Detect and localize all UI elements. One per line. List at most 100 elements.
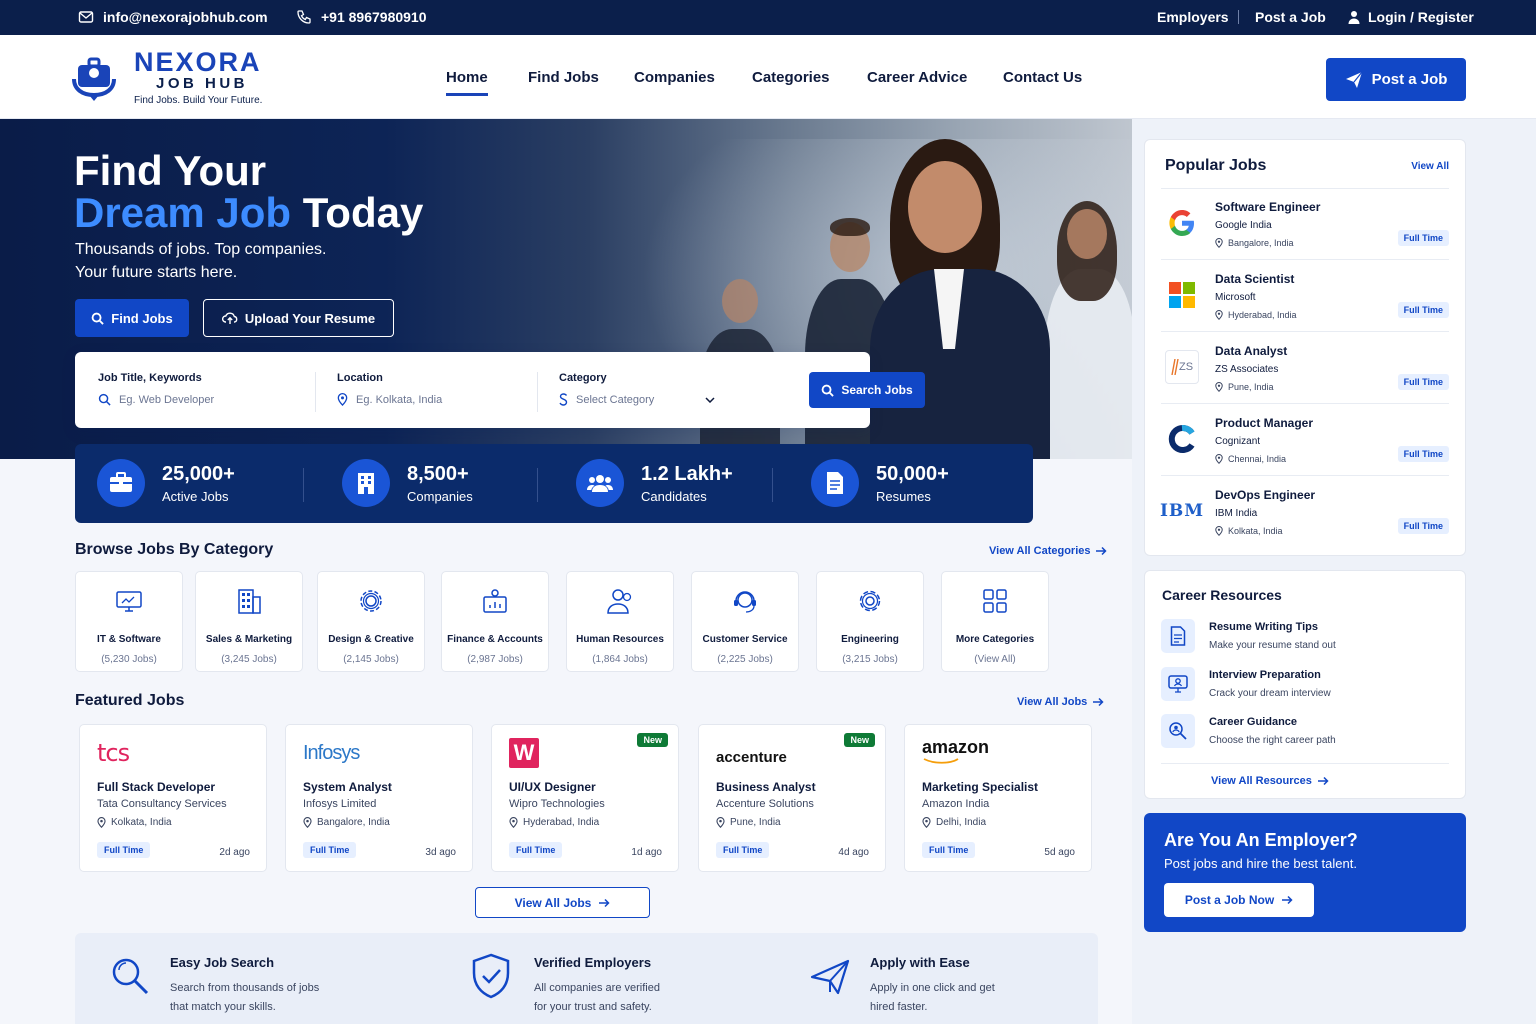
job-company: Wipro Technologies (509, 798, 605, 810)
job-type-badge: Full Time (1397, 446, 1449, 462)
hero-subtitle-line2: Your future starts here. (75, 264, 238, 281)
stats-strip: 25,000+ Active Jobs 8,500+ Companies 1.2 L… (75, 444, 1033, 523)
nav-categories[interactable]: Categories (752, 69, 830, 86)
category-count: (2,145 Jobs) (343, 654, 399, 665)
category-card-sales-marketing[interactable]: Sales & Marketing (3,245 Jobs) (195, 571, 303, 672)
popular-job-location: Hyderabad, India (1215, 310, 1297, 320)
view-all-jobs-link[interactable]: View All Jobs (1017, 696, 1104, 708)
job-posted-ago: 4d ago (838, 847, 869, 858)
post-job-button-label: Post a Job (1371, 71, 1448, 88)
hero-find-jobs-button[interactable]: Find Jobs (75, 299, 189, 337)
headset-icon (734, 591, 756, 613)
view-all-jobs-button[interactable]: View All Jobs (475, 887, 650, 918)
view-all-resources-label: View All Resources (1211, 775, 1312, 787)
category-card-engineering[interactable]: Engineering (3,215 Jobs) (816, 571, 924, 672)
popular-job-row[interactable]: Software Engineer Google India Bangalore… (1161, 190, 1449, 260)
logo-briefcase-icon[interactable] (72, 51, 116, 103)
featured-job-card-amazon[interactable]: amazon Marketing Specialist Amazon India… (904, 724, 1092, 872)
stat-active-jobs: 25,000+ Active Jobs (97, 459, 235, 507)
popular-job-location-text: Pune, India (1228, 382, 1274, 392)
job-title: Marketing Specialist (922, 780, 1039, 794)
stat-divider (537, 468, 538, 502)
job-type-badge: Full Time (1397, 230, 1449, 246)
job-title: System Analyst (303, 780, 392, 794)
category-field[interactable]: Category Select Category (559, 372, 719, 406)
category-select[interactable]: Select Category (576, 394, 654, 406)
map-pin-icon (716, 817, 725, 828)
nav-career-advice[interactable]: Career Advice (867, 69, 967, 86)
nav-contact-us[interactable]: Contact Us (1003, 69, 1082, 86)
login-label: Login / Register (1368, 9, 1474, 25)
featured-job-card-tcs[interactable]: tcs Full Stack Developer Tata Consultanc… (79, 724, 267, 872)
category-count: (2,987 Jobs) (467, 654, 523, 665)
top-bar: info@nexorajobhub.com +91 8967980910 Emp… (0, 0, 1536, 35)
popular-job-row[interactable]: IBM DevOps Engineer IBM India Kolkata, I… (1160, 478, 1449, 548)
job-type-badge: Full Time (922, 842, 976, 858)
feature-apply-with-ease: Apply with Ease Apply in one click and g… (870, 955, 995, 1017)
gear-icon (859, 590, 881, 612)
brand-name: NEXORA (134, 47, 262, 77)
category-name: Sales & Marketing (205, 634, 293, 645)
popular-job-row[interactable]: Product Manager Cognizant Chennai, India… (1161, 406, 1449, 476)
arrow-right-icon (1317, 776, 1329, 786)
keyword-field[interactable]: Job Title, Keywords Eg. Web Developer (98, 372, 298, 406)
keyword-label: Job Title, Keywords (98, 372, 202, 384)
location-input[interactable]: Eg. Kolkata, India (356, 394, 442, 406)
nav-companies[interactable]: Companies (634, 69, 715, 86)
category-name: More Categories (955, 634, 1035, 645)
view-all-categories-link[interactable]: View All Categories (989, 545, 1108, 557)
job-posted-ago: 1d ago (631, 847, 662, 858)
gear-icon (360, 590, 382, 612)
phone-text: +91 8967980910 (321, 9, 427, 25)
category-count: (5,230 Jobs) (101, 654, 157, 665)
view-all-resources-link[interactable]: View All Resources (1211, 775, 1329, 787)
job-posted-ago: 3d ago (425, 847, 456, 858)
nav-home[interactable]: Home (446, 69, 488, 96)
map-pin-icon (1215, 382, 1223, 392)
category-card-more-categories[interactable]: More Categories (View All) (941, 571, 1049, 672)
new-badge: New (637, 733, 668, 747)
job-company: Accenture Solutions (716, 798, 814, 810)
search-jobs-button[interactable]: Search Jobs (809, 372, 925, 408)
contact-phone[interactable]: +91 8967980910 (296, 9, 427, 25)
topbar-post-job-link[interactable]: Post a Job (1255, 9, 1326, 25)
category-card-human-resources[interactable]: Human Resources (1,864 Jobs) (566, 571, 674, 672)
popular-job-row[interactable]: Data Scientist Microsoft Hyderabad, Indi… (1161, 262, 1449, 332)
category-name: Engineering (841, 634, 899, 645)
featured-job-card-infosys[interactable]: Infosys System Analyst Infosys Limited B… (285, 724, 473, 872)
category-card-design-creative[interactable]: Design & Creative (2,145 Jobs) (317, 571, 425, 672)
employer-cta-title: Are You An Employer? (1164, 830, 1358, 850)
category-card-customer-service[interactable]: Customer Service (2,225 Jobs) (691, 571, 799, 672)
location-field[interactable]: Location Eg. Kolkata, India (337, 372, 527, 406)
upload-resume-button[interactable]: Upload Your Resume (203, 299, 394, 337)
feature-easy-job-search: Easy Job Search Search from thousands of… (170, 955, 319, 1017)
login-register-link[interactable]: Login / Register (1346, 9, 1474, 25)
keyword-input[interactable]: Eg. Web Developer (119, 394, 214, 406)
header-post-job-button[interactable]: Post a Job (1326, 58, 1466, 101)
popular-job-title: Data Scientist (1215, 272, 1295, 286)
popular-jobs-panel: Popular Jobs View All Software Engineer … (1144, 139, 1466, 556)
resource-title: Resume Writing Tips (1209, 621, 1319, 633)
feature-desc-line: Search from thousands of jobs (170, 982, 320, 994)
employers-link[interactable]: Employers (1157, 9, 1229, 25)
popular-jobs-title: Popular Jobs (1165, 157, 1267, 174)
building-icon (238, 589, 261, 614)
popular-job-location-text: Kolkata, India (1228, 526, 1283, 536)
arrow-right-icon (599, 898, 610, 907)
category-card-finance-accounts[interactable]: Finance & Accounts (2,987 Jobs) (441, 571, 549, 672)
stat-candidates: 1.2 Lakh+ Candidates (576, 459, 733, 507)
main-header: NEXORA JOB HUB Find Jobs. Build Your Fut… (0, 35, 1536, 119)
popular-view-all-link[interactable]: View All (1411, 161, 1449, 172)
contact-email[interactable]: info@nexorajobhub.com (78, 9, 268, 25)
featured-job-card-accenture[interactable]: accenture New Business Analyst Accenture… (698, 724, 886, 872)
category-card-it-software[interactable]: IT & Software (5,230 Jobs) (75, 571, 183, 672)
job-location-text: Kolkata, India (111, 817, 172, 828)
chevron-down-icon[interactable] (705, 397, 715, 403)
featured-job-card-wipro[interactable]: W New UI/UX Designer Wipro Technologies … (491, 724, 679, 872)
search-icon (821, 384, 835, 397)
post-job-now-button[interactable]: Post a Job Now (1164, 883, 1314, 917)
job-type-badge: Full Time (303, 842, 357, 858)
nav-find-jobs[interactable]: Find Jobs (528, 69, 599, 86)
popular-job-row[interactable]: ZS Data Analyst ZS Associates Pune, Indi… (1161, 334, 1449, 404)
amazon-logo: amazon (922, 737, 989, 769)
